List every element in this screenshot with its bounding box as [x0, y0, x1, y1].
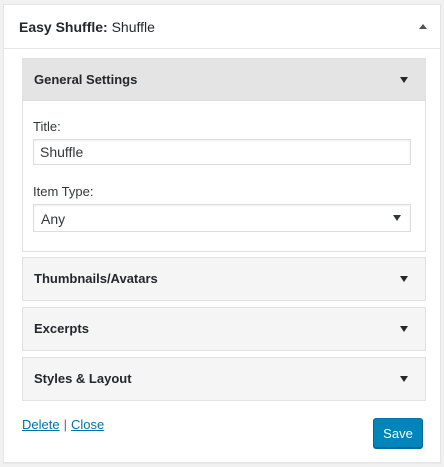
section-general-settings: General Settings Title: Item Type: Any — [22, 58, 426, 252]
section-thumbnails-avatars[interactable]: Thumbnails/Avatars — [22, 257, 426, 301]
save-button[interactable]: Save — [373, 418, 423, 448]
chevron-down-icon — [393, 215, 401, 221]
widget-header[interactable]: Easy Shuffle: Shuffle — [4, 5, 440, 49]
widget-instance-title: Shuffle — [111, 19, 155, 35]
delete-link[interactable]: Delete — [22, 417, 60, 432]
triangle-down-icon — [400, 326, 408, 332]
section-general-settings-header[interactable]: General Settings — [23, 59, 425, 101]
section-thumbnails-avatars-header[interactable]: Thumbnails/Avatars — [23, 258, 425, 300]
section-styles-layout-header[interactable]: Styles & Layout — [23, 358, 425, 400]
widget-panel: Easy Shuffle: Shuffle General Settings T… — [3, 4, 441, 463]
section-label: Excerpts — [34, 321, 89, 336]
section-excerpts[interactable]: Excerpts — [22, 307, 426, 351]
widget-title-text: Easy Shuffle: — [19, 19, 108, 35]
item-type-selected-value: Any — [41, 211, 66, 227]
triangle-down-icon — [400, 276, 408, 282]
section-general-settings-body: Title: Item Type: Any — [23, 101, 425, 251]
widget-control-actions: Delete | Close — [22, 417, 104, 432]
section-excerpts-header[interactable]: Excerpts — [23, 308, 425, 350]
section-label: Styles & Layout — [34, 371, 132, 386]
title-field-label: Title: — [33, 119, 61, 134]
close-link[interactable]: Close — [71, 417, 104, 432]
item-type-field-label: Item Type: — [33, 184, 94, 199]
section-styles-layout[interactable]: Styles & Layout — [22, 357, 426, 401]
section-label: General Settings — [34, 72, 138, 87]
title-input[interactable] — [33, 139, 411, 165]
triangle-down-icon — [400, 77, 408, 83]
section-label: Thumbnails/Avatars — [34, 271, 158, 286]
link-separator: | — [63, 417, 67, 432]
triangle-down-icon — [400, 376, 408, 382]
widget-title: Easy Shuffle: Shuffle — [19, 19, 155, 35]
triangle-up-icon[interactable] — [416, 19, 430, 33]
item-type-select[interactable]: Any — [33, 204, 411, 232]
